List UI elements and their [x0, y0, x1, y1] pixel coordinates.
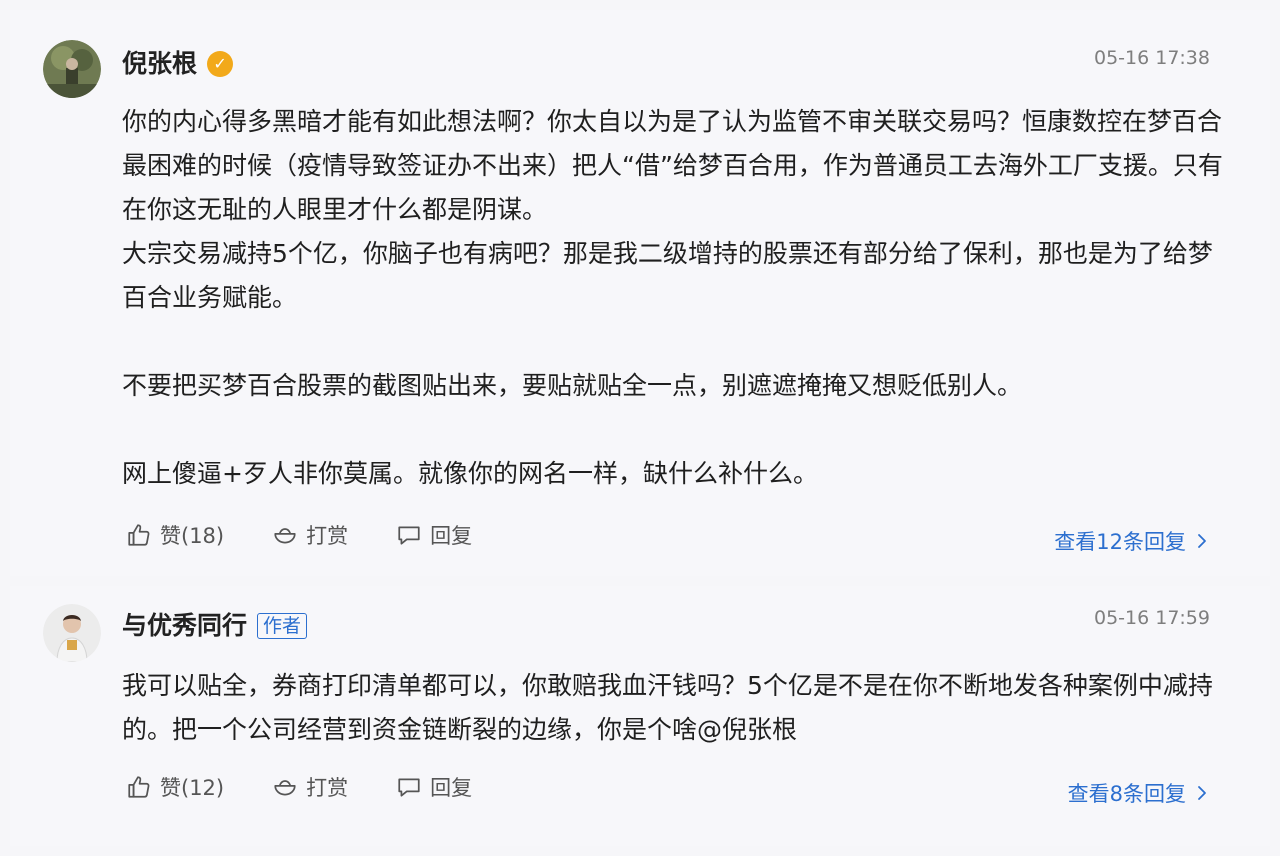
timestamp: 05-16 17:59 [1093, 607, 1210, 629]
like-button[interactable]: 赞(12) [126, 772, 224, 802]
avatar[interactable] [43, 40, 101, 98]
reply-label: 回复 [430, 776, 473, 800]
like-button[interactable]: 赞(18) [126, 520, 224, 550]
view-replies-label: 查看12条回复 [1054, 530, 1186, 554]
comment-actions: 赞(12) 打赏 回复 [126, 772, 472, 802]
chevron-right-icon [1198, 786, 1206, 800]
chevron-right-icon [1198, 534, 1206, 548]
like-count: 赞(18) [160, 524, 225, 548]
comment-bubble-icon [398, 526, 420, 545]
author-badge: 作者 [257, 613, 308, 639]
username-row: 倪张根 ✓ [122, 48, 234, 80]
username[interactable]: 与优秀同行 [122, 610, 247, 642]
avatar-image [43, 40, 101, 98]
tip-label: 打赏 [306, 776, 349, 800]
view-replies-link[interactable]: 查看8条回复 [1068, 778, 1210, 808]
reply-button[interactable]: 回复 [396, 520, 472, 550]
tip-bowl-icon [274, 780, 296, 796]
username[interactable]: 倪张根 [122, 48, 197, 80]
tip-bowl-icon [274, 528, 296, 544]
view-replies-link[interactable]: 查看12条回复 [1054, 526, 1210, 556]
comment-actions: 赞(18) 打赏 回复 [126, 520, 472, 550]
comment-paragraph: 不要把买梦百合股票的截图贴出来，要贴就贴全一点，别遮遮掩掩又想贬低别人。 [122, 371, 1023, 400]
comment-body: 我可以贴全，券商打印清单都可以，你敢赔我血汗钱吗？5个亿是不是在你不断地发各种案… [122, 664, 1232, 752]
comment-paragraph: 我可以贴全，券商打印清单都可以，你敢赔我血汗钱吗？5个亿是不是在你不断地发各种案… [122, 671, 1213, 744]
avatar[interactable] [43, 604, 101, 662]
comment-card: 与优秀同行 作者 05-16 17:59 我可以贴全，券商打印清单都可以，你敢赔… [10, 586, 1270, 846]
comment-card: 倪张根 ✓ 05-16 17:38 你的内心得多黑暗才能有如此想法啊？你太自以为… [10, 10, 1270, 576]
comment-bubble-icon [398, 778, 420, 797]
tip-button[interactable]: 打赏 [272, 520, 348, 550]
thumbs-up-icon [128, 524, 150, 546]
tip-label: 打赏 [306, 524, 349, 548]
reply-label: 回复 [430, 524, 473, 548]
comment-body: 你的内心得多黑暗才能有如此想法啊？你太自以为是了认为监管不审关联交易吗？恒康数控… [122, 100, 1232, 496]
comment-paragraph: 你的内心得多黑暗才能有如此想法啊？你太自以为是了认为监管不审关联交易吗？恒康数控… [122, 107, 1223, 224]
view-replies-label: 查看8条回复 [1067, 782, 1186, 806]
reply-button[interactable]: 回复 [396, 772, 472, 802]
comment-paragraph: 网上傻逼+歹人非你莫属。就像你的网名一样，缺什么补什么。 [122, 459, 818, 488]
comment-paragraph: 大宗交易减持5个亿，你脑子也有病吧？那是我二级增持的股票还有部分给了保利，那也是… [122, 239, 1213, 312]
verified-badge-icon: ✓ [207, 51, 234, 77]
avatar-image [43, 604, 101, 662]
thumbs-up-icon [128, 776, 150, 798]
timestamp: 05-16 17:38 [1093, 47, 1210, 69]
username-row: 与优秀同行 作者 [122, 610, 308, 642]
tip-button[interactable]: 打赏 [272, 772, 348, 802]
like-count: 赞(12) [160, 776, 225, 800]
